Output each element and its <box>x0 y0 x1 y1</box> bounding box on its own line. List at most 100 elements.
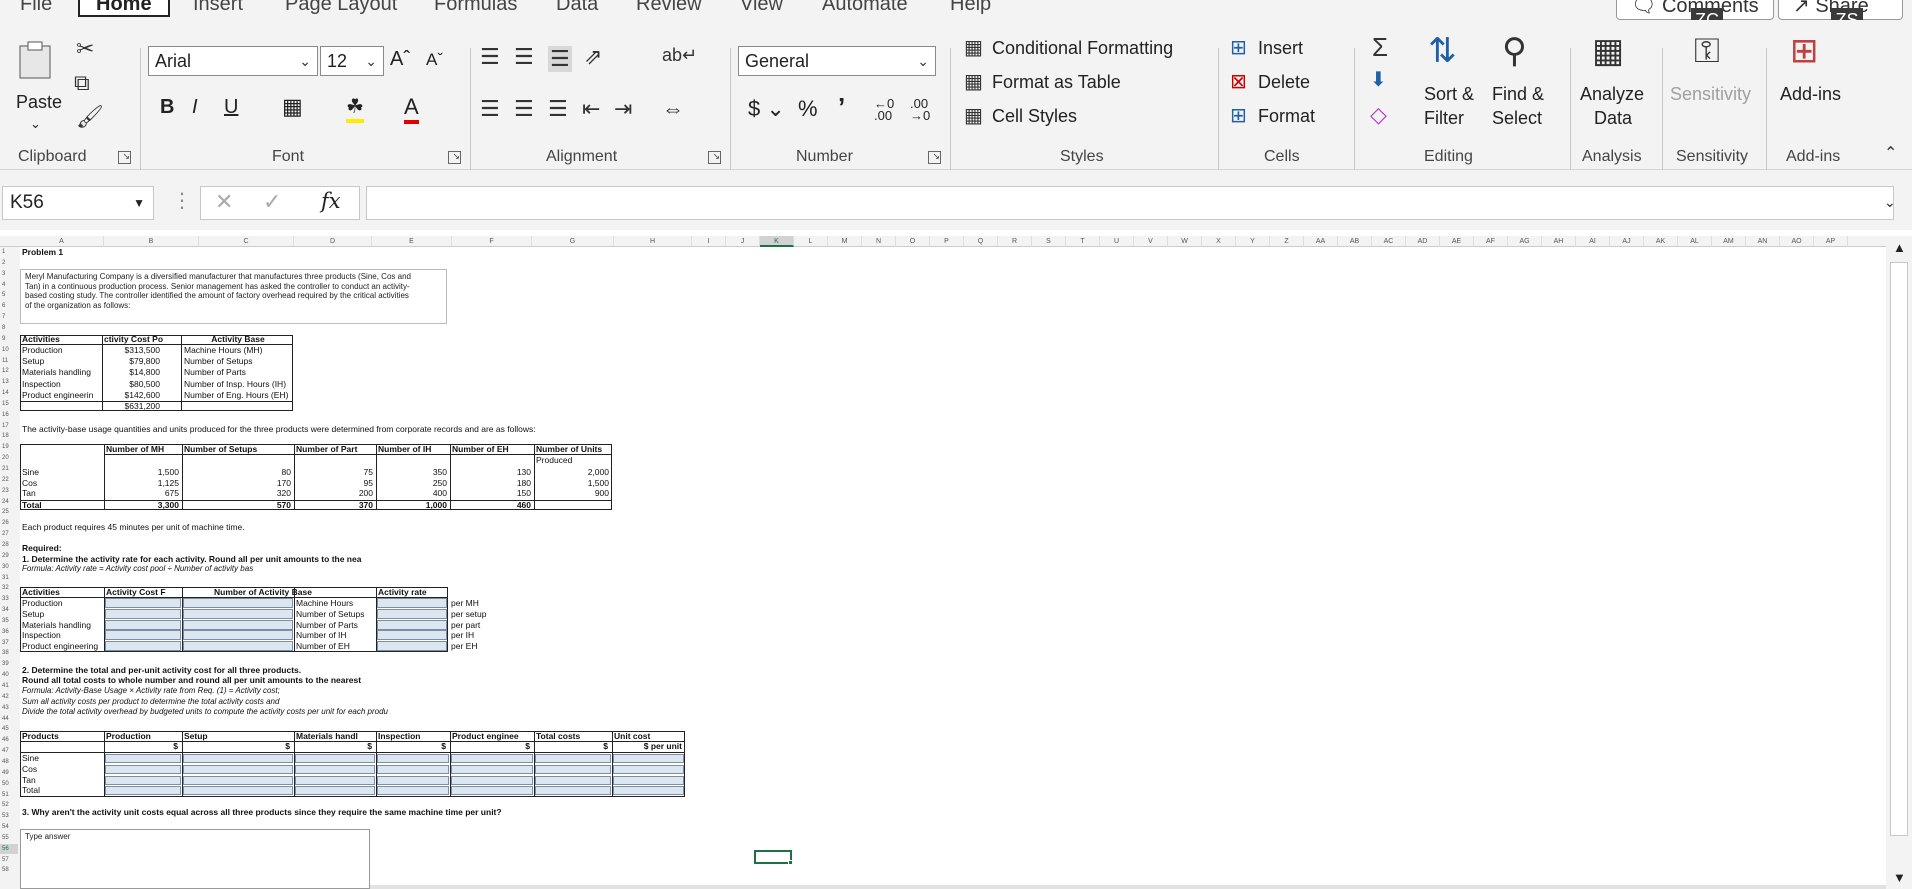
row-header[interactable]: 32 <box>0 583 18 593</box>
copy-icon[interactable]: ⧉ <box>74 72 90 94</box>
column-header[interactable]: Y <box>1236 236 1270 247</box>
column-header[interactable]: C <box>199 236 294 247</box>
cost-input[interactable] <box>105 775 181 785</box>
row-header[interactable]: 43 <box>0 703 18 713</box>
clear-icon[interactable]: ◇ <box>1370 104 1387 126</box>
wrap-text-icon[interactable]: ab↵ <box>662 46 697 64</box>
cost-input[interactable] <box>105 786 181 796</box>
row-header[interactable]: 1 <box>0 247 18 257</box>
font-size-dropdown[interactable]: 12 ⌄ <box>320 46 384 76</box>
tab-automate[interactable]: Automate <box>822 0 908 16</box>
sensitivity-button[interactable]: ⚿ Sensitivity <box>1670 34 1754 134</box>
tab-help[interactable]: Help <box>950 0 991 16</box>
column-header[interactable]: V <box>1134 236 1168 247</box>
column-header[interactable]: G <box>532 236 614 247</box>
activity-base-input[interactable] <box>183 608 293 619</box>
column-header[interactable]: X <box>1202 236 1236 247</box>
row-header[interactable]: 8 <box>0 323 18 333</box>
fill-handle[interactable] <box>788 860 793 865</box>
row-header[interactable]: 56 <box>0 843 18 854</box>
row-header[interactable]: 42 <box>0 692 18 702</box>
row-header[interactable]: 4 <box>0 280 18 290</box>
tab-file[interactable]: File <box>20 0 52 16</box>
column-header[interactable]: J <box>726 236 760 247</box>
bold-icon[interactable]: B <box>160 96 174 119</box>
activity-base-input[interactable] <box>183 619 293 630</box>
expand-formula-icon[interactable]: ⌄ <box>1884 194 1896 211</box>
increase-indent-icon[interactable]: ⇥ <box>614 98 632 120</box>
activity-base-input[interactable] <box>183 630 293 641</box>
row-header[interactable]: 6 <box>0 301 18 311</box>
column-header[interactable]: K <box>760 236 794 247</box>
row-header[interactable]: 46 <box>0 735 18 745</box>
font-name-dropdown[interactable]: Arial ⌄ <box>148 46 318 76</box>
number-format-dropdown[interactable]: General ⌄ <box>738 46 936 76</box>
row-header[interactable]: 39 <box>0 659 18 669</box>
row-header[interactable]: 11 <box>0 356 18 366</box>
format-painter-icon[interactable]: 🖌 <box>76 106 104 128</box>
column-header[interactable]: B <box>104 236 199 247</box>
column-header[interactable]: AD <box>1406 236 1440 247</box>
cost-input[interactable] <box>295 775 375 785</box>
activity-cost-input[interactable] <box>105 641 181 652</box>
align-middle-icon[interactable]: ☰ <box>514 46 534 68</box>
fill-color-icon[interactable]: ☘ <box>346 94 364 123</box>
activity-rate-input[interactable] <box>377 641 447 652</box>
column-header[interactable]: AH <box>1542 236 1576 247</box>
alignment-launcher-icon[interactable]: ↘ <box>708 151 721 164</box>
cost-input[interactable] <box>613 775 684 785</box>
tab-insert[interactable]: Insert <box>193 0 243 16</box>
column-header[interactable]: O <box>896 236 930 247</box>
row-header[interactable]: 18 <box>0 431 18 441</box>
row-header[interactable]: 19 <box>0 442 18 452</box>
increase-font-icon[interactable]: Aˆ <box>390 48 410 71</box>
cost-input[interactable] <box>183 764 293 774</box>
activity-rate-input[interactable] <box>377 630 447 641</box>
cost-input[interactable] <box>613 786 684 796</box>
column-header[interactable]: S <box>1032 236 1066 247</box>
row-header[interactable]: 48 <box>0 757 18 767</box>
row-header[interactable]: 15 <box>0 399 18 409</box>
row-header[interactable]: 57 <box>0 855 18 865</box>
cost-input[interactable] <box>451 764 533 774</box>
find-select-button[interactable]: ⚲ Find & Select <box>1492 34 1552 134</box>
more-options-icon[interactable]: ⋮ <box>172 188 192 213</box>
cost-input[interactable] <box>535 764 611 774</box>
cost-input[interactable] <box>451 754 533 763</box>
cost-input[interactable] <box>377 786 449 796</box>
add-ins-button[interactable]: ⊞ Add-ins <box>1776 34 1846 134</box>
column-header[interactable]: AE <box>1440 236 1474 247</box>
row-header[interactable]: 26 <box>0 518 18 528</box>
row-header[interactable]: 13 <box>0 377 18 387</box>
font-color-icon[interactable]: A <box>404 94 419 124</box>
column-header[interactable]: Q <box>964 236 998 247</box>
row-header[interactable]: 22 <box>0 475 18 485</box>
column-header[interactable]: I <box>692 236 726 247</box>
activity-cost-input[interactable] <box>105 598 181 608</box>
sort-filter-button[interactable]: ⇅ Sort & Filter <box>1424 34 1480 134</box>
row-header[interactable]: 52 <box>0 800 18 810</box>
scrollbar-thumb[interactable] <box>1890 262 1908 836</box>
activity-cost-input[interactable] <box>105 630 181 641</box>
tab-view[interactable]: View <box>740 0 783 16</box>
fill-icon[interactable]: ⬇ <box>1370 70 1387 90</box>
cost-input[interactable] <box>377 754 449 763</box>
row-header[interactable]: 29 <box>0 551 18 561</box>
cost-input[interactable] <box>105 764 181 774</box>
column-header[interactable]: AG <box>1508 236 1542 247</box>
collapse-ribbon-icon[interactable]: ⌃ <box>1884 146 1897 162</box>
cost-input[interactable] <box>183 775 293 785</box>
column-header[interactable]: Z <box>1270 236 1304 247</box>
row-header[interactable]: 33 <box>0 594 18 604</box>
row-header[interactable]: 12 <box>0 366 18 376</box>
row-header[interactable]: 50 <box>0 779 18 789</box>
scroll-up-icon[interactable]: ▲ <box>1893 240 1906 255</box>
row-header[interactable]: 47 <box>0 746 18 756</box>
decrease-decimal-icon[interactable]: .00 →0 <box>910 97 930 122</box>
column-header[interactable]: U <box>1100 236 1134 247</box>
font-launcher-icon[interactable]: ↘ <box>448 151 461 164</box>
row-header[interactable]: 27 <box>0 529 18 539</box>
activity-rate-input[interactable] <box>377 608 447 619</box>
row-header[interactable]: 38 <box>0 648 18 658</box>
cost-input[interactable] <box>295 764 375 774</box>
